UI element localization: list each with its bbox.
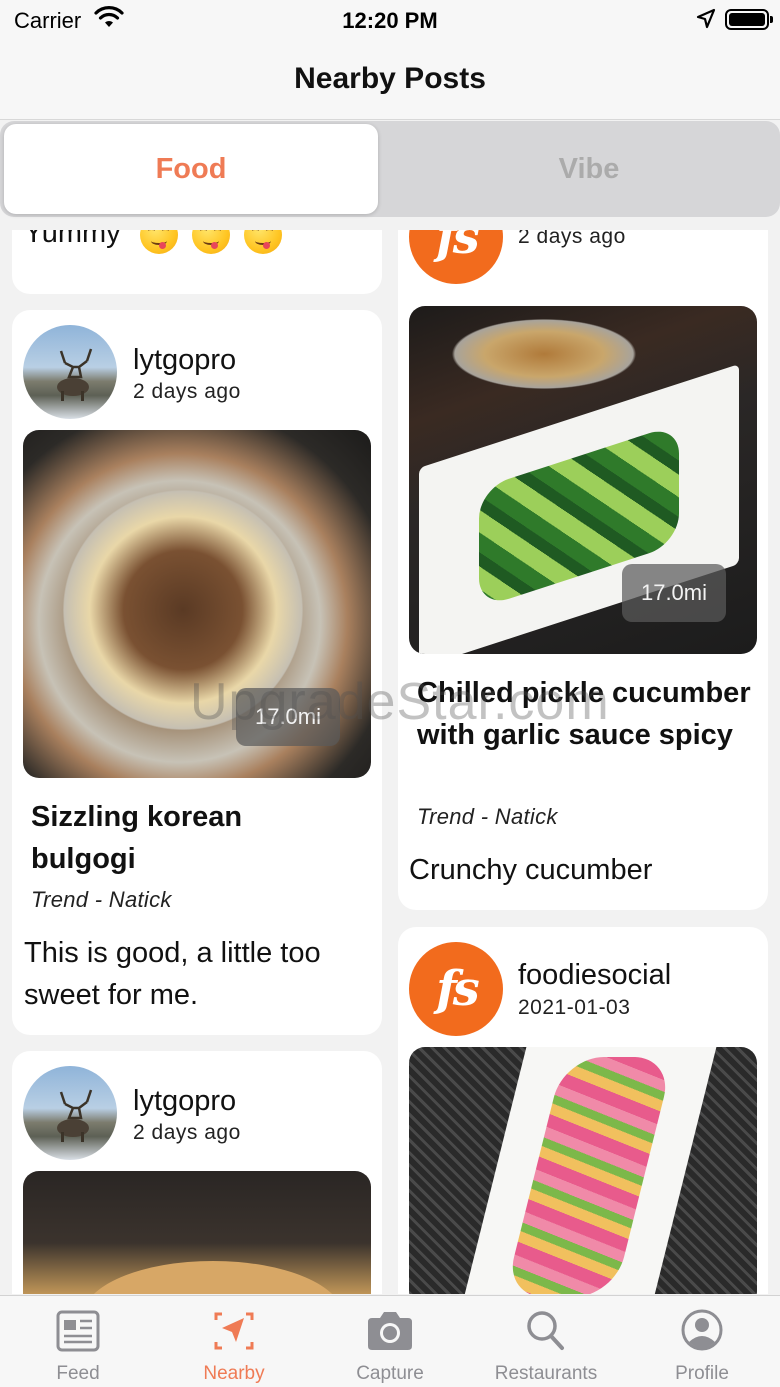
post-location: Trend - Natick (31, 887, 172, 912)
tab-label: Restaurants (494, 1363, 598, 1384)
post-photo[interactable] (409, 1047, 757, 1294)
tab-label: Nearby (203, 1363, 265, 1384)
watermark: UpgradeStar.com (190, 673, 610, 731)
battery-icon (725, 9, 773, 30)
salad-plate-image (451, 1047, 717, 1294)
post-photo[interactable]: 17.0mi (409, 306, 757, 654)
search-icon (527, 1311, 564, 1350)
post-card[interactable]: lytgopro 2 days ago (12, 1051, 382, 1294)
emoji-row (140, 230, 282, 254)
post-time: 2 days ago (133, 380, 241, 403)
post-body: Crunchy cucumber (409, 854, 653, 886)
newspaper-icon (56, 1310, 100, 1352)
elk-avatar-image (57, 1089, 93, 1142)
posts-feed[interactable]: Yummy lytgopro 2 days ago 17.0mi Sizzlin… (0, 230, 780, 1294)
location-arrow-icon (214, 1312, 254, 1350)
clock: 12:20 PM (342, 8, 438, 33)
username[interactable]: lytgopro (133, 344, 236, 377)
segment-vibe[interactable]: Vibe (400, 124, 778, 214)
post-photo[interactable] (23, 1171, 371, 1294)
post-body: Yummy (24, 230, 121, 249)
tab-label: Feed (56, 1363, 100, 1384)
post-time: 2 days ago (518, 230, 626, 248)
avatar[interactable] (23, 1066, 117, 1160)
foodiesocial-logo-icon: fs (436, 961, 480, 1017)
tab-nearby[interactable]: Nearby (156, 1296, 312, 1387)
distance-badge: 17.0mi (622, 564, 726, 622)
profile-icon (681, 1309, 723, 1351)
post-location: Trend - Natick (417, 804, 558, 829)
elk-avatar-image (57, 348, 93, 401)
post-time: 2 days ago (133, 1121, 241, 1144)
status-bar: Carrier 12:20 PM (0, 0, 780, 40)
post-card[interactable]: fs foodiesocial 2021-01-03 (398, 927, 768, 1294)
post-card-partial[interactable]: Yummy (12, 230, 382, 294)
avatar[interactable]: fs (409, 942, 503, 1036)
post-time: 2021-01-03 (518, 996, 631, 1019)
side-dish-image (439, 314, 649, 394)
post-title: Sizzling korean bulgogi (31, 801, 243, 875)
tab-label: Profile (675, 1363, 729, 1384)
category-segmented-control: Food Vibe (0, 121, 780, 217)
tab-feed[interactable]: Feed (0, 1296, 156, 1387)
post-card[interactable]: fs foodiesocial 2 days ago 17.0mi Chille… (398, 230, 768, 910)
tab-capture[interactable]: Capture (312, 1296, 468, 1387)
foodiesocial-logo-icon: fs (436, 230, 480, 265)
tab-restaurants[interactable]: Restaurants (468, 1296, 624, 1387)
post-body: This is good, a little too sweet for me. (24, 937, 321, 1011)
yum-emoji-icon (244, 230, 282, 254)
yum-emoji-icon (140, 230, 178, 254)
tab-bar: Feed Nearby Capture Restaurants Profile (0, 1295, 780, 1387)
tab-profile[interactable]: Profile (624, 1296, 780, 1387)
username[interactable]: foodiesocial (518, 959, 671, 992)
location-services-icon (696, 8, 716, 29)
segment-food[interactable]: Food (4, 124, 378, 214)
avatar[interactable]: fs (409, 230, 503, 284)
camera-icon (368, 1312, 412, 1350)
tab-label: Capture (356, 1363, 424, 1384)
avatar[interactable] (23, 325, 117, 419)
page-title: Nearby Posts (294, 62, 486, 95)
nav-header: Nearby Posts (0, 40, 780, 120)
dumpling-dish-image (83, 1261, 343, 1294)
yum-emoji-icon (192, 230, 230, 254)
username[interactable]: lytgopro (133, 1085, 236, 1118)
